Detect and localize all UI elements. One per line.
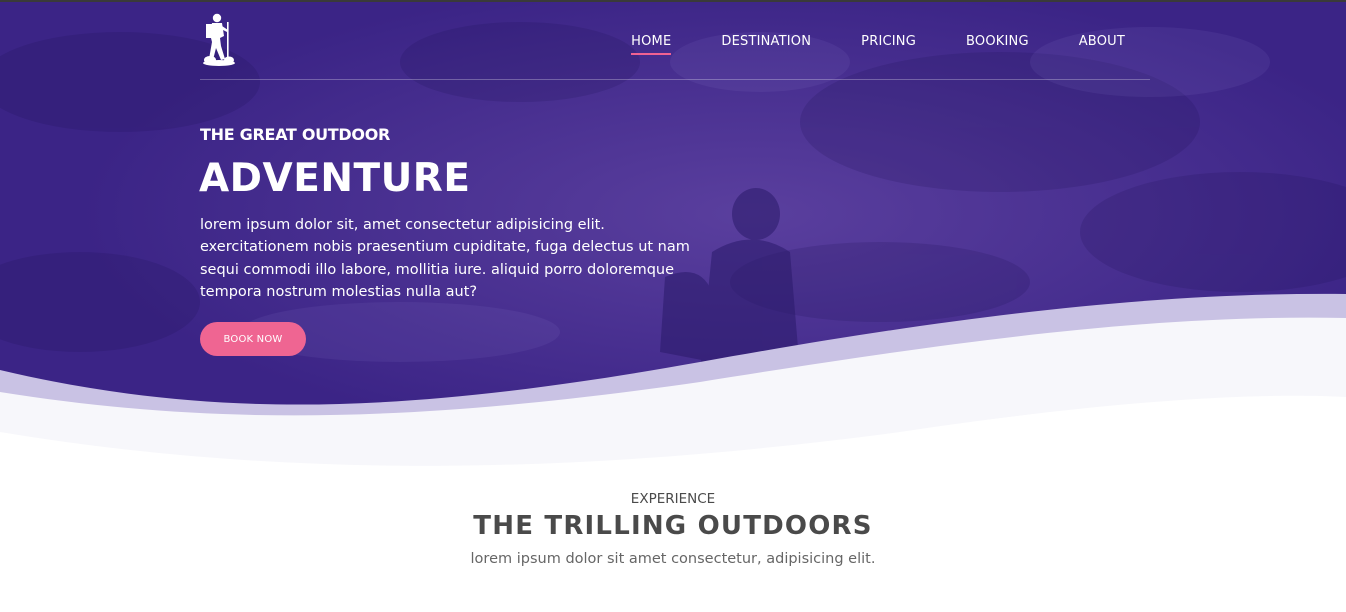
nav-pricing[interactable]: PRICING xyxy=(861,34,916,55)
hero-section: HOME DESTINATION PRICING BOOKING ABOUT T… xyxy=(0,2,1346,472)
hero-title: ADVENTURE xyxy=(199,156,471,201)
nav-home[interactable]: HOME xyxy=(631,34,672,55)
nav-booking[interactable]: BOOKING xyxy=(966,34,1029,55)
nav-about[interactable]: ABOUT xyxy=(1079,34,1125,55)
main-nav: HOME DESTINATION PRICING BOOKING ABOUT xyxy=(631,34,1125,55)
book-now-button[interactable]: BOOK NOW xyxy=(200,322,306,356)
hiker-icon[interactable] xyxy=(200,12,238,66)
nav-destination[interactable]: DESTINATION xyxy=(721,34,811,55)
hero-text: lorem ipsum dolor sit, amet consectetur … xyxy=(200,217,690,300)
hero-eyebrow: THE GREAT OUTDOOR xyxy=(200,125,391,144)
experience-eyebrow: EXPERIENCE xyxy=(630,491,716,507)
top-navbar: HOME DESTINATION PRICING BOOKING ABOUT xyxy=(200,4,1150,80)
experience-subtitle: lorem ipsum dolor sit amet consectetur, … xyxy=(470,551,876,567)
experience-title: THE TRILLING OUTDOORS xyxy=(473,511,873,541)
